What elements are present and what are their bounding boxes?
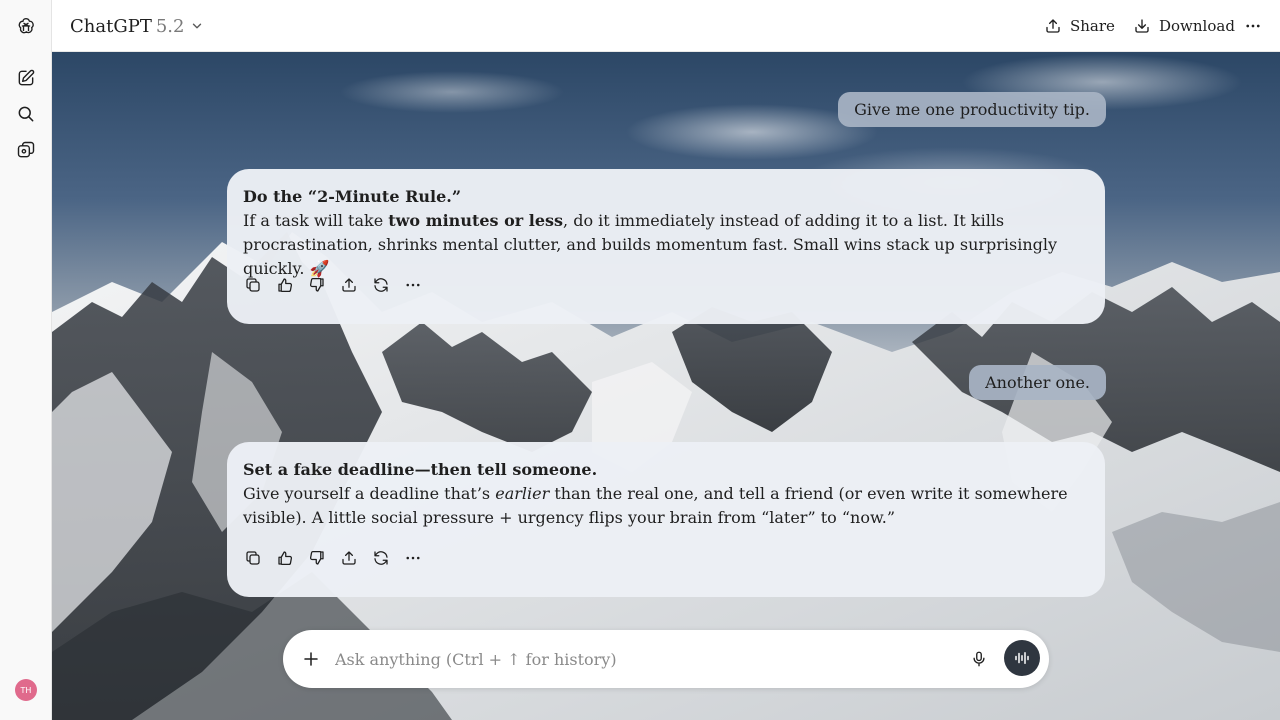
more-options-button[interactable]	[1244, 13, 1262, 39]
download-button[interactable]: Download	[1133, 13, 1235, 39]
search-icon[interactable]	[12, 100, 40, 128]
voice-mode-button[interactable]	[1004, 640, 1040, 676]
new-chat-icon[interactable]	[12, 64, 40, 92]
thumbs-down-icon[interactable]	[307, 275, 327, 295]
download-label: Download	[1159, 17, 1235, 35]
chevron-down-icon	[193, 23, 202, 29]
more-icon[interactable]	[403, 548, 423, 568]
sidebar: TH	[0, 0, 52, 720]
body-italic-text: earlier	[495, 484, 550, 503]
share-icon[interactable]	[339, 548, 359, 568]
message-actions	[243, 548, 423, 568]
avatar[interactable]: TH	[15, 679, 37, 701]
thumbs-down-icon[interactable]	[307, 548, 327, 568]
more-icon[interactable]	[403, 275, 423, 295]
body-bold-text: two minutes or less	[388, 211, 564, 230]
composer	[283, 630, 1049, 688]
plus-icon[interactable]	[299, 647, 323, 671]
header: ChatGPT 5.2 Share Download	[52, 0, 1280, 52]
model-version: 5.2	[155, 15, 185, 37]
copy-icon[interactable]	[243, 548, 263, 568]
more-icon	[1246, 24, 1260, 28]
regenerate-icon[interactable]	[371, 275, 391, 295]
conversation-area: Give me one productivity tip. Do the “2-…	[52, 52, 1280, 720]
message-input[interactable]	[335, 646, 935, 672]
assistant-message-body: Give yourself a deadline that’s earlier …	[243, 482, 1089, 530]
download-icon	[1135, 19, 1149, 33]
user-message: Another one.	[969, 365, 1106, 400]
model-name: ChatGPT	[70, 15, 152, 37]
waveform-icon	[1015, 652, 1029, 664]
share-icon[interactable]	[339, 275, 359, 295]
body-text: Give yourself a deadline that’s	[243, 484, 496, 503]
share-icon	[1046, 19, 1060, 33]
assistant-message-body: If a task will take two minutes or less,…	[243, 209, 1089, 281]
share-button[interactable]: Share	[1044, 13, 1115, 39]
copy-icon[interactable]	[243, 275, 263, 295]
assistant-message: Set a fake deadline—then tell someone. G…	[227, 442, 1105, 597]
microphone-icon[interactable]	[967, 647, 991, 671]
body-text: If a task will take	[243, 211, 389, 230]
assistant-message-title: Set a fake deadline—then tell someone.	[243, 460, 598, 479]
assistant-message-title: Do the “2-Minute Rule.”	[243, 187, 462, 206]
regenerate-icon[interactable]	[371, 548, 391, 568]
model-switcher[interactable]: ChatGPT 5.2	[70, 14, 204, 38]
assistant-message: Do the “2-Minute Rule.” If a task will t…	[227, 169, 1105, 324]
openai-logo-icon[interactable]	[12, 12, 40, 40]
library-icon[interactable]	[12, 136, 40, 164]
user-message: Give me one productivity tip.	[838, 92, 1106, 127]
share-label: Share	[1070, 17, 1115, 35]
thumbs-up-icon[interactable]	[275, 275, 295, 295]
message-actions	[243, 275, 423, 295]
thumbs-up-icon[interactable]	[275, 548, 295, 568]
